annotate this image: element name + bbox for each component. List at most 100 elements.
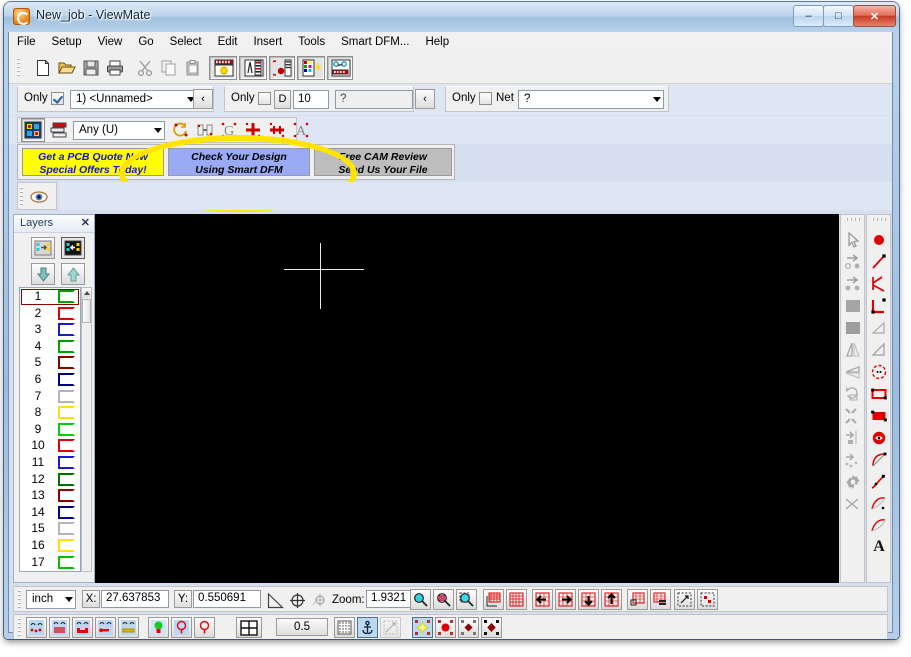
save-disk-icon[interactable]	[79, 56, 103, 80]
draw-line-icon[interactable]	[868, 251, 890, 273]
layer-color-swatch[interactable]	[58, 356, 75, 370]
grid-view-icon[interactable]	[236, 617, 262, 638]
settings-gear-icon[interactable]	[842, 471, 864, 493]
aperture-custom-icon[interactable]	[481, 617, 502, 638]
zoom-in-icon[interactable]	[410, 589, 431, 610]
layer-color-swatch[interactable]	[58, 306, 75, 320]
layer-row[interactable]: 16	[20, 537, 80, 554]
view-traces-icon[interactable]	[95, 617, 116, 638]
layer-color-swatch[interactable]	[58, 406, 75, 420]
select-items-icon[interactable]	[21, 118, 45, 142]
menu-smart-dfm[interactable]: Smart DFM...	[333, 32, 417, 53]
pan-left-icon[interactable]	[532, 589, 553, 610]
design-canvas[interactable]	[95, 214, 839, 583]
net-list-icon[interactable]	[327, 56, 353, 80]
toolbar-grip[interactable]	[17, 58, 20, 78]
drill-list-icon[interactable]	[269, 56, 295, 80]
toolbar-grip[interactable]	[18, 618, 21, 638]
layer-color-swatch[interactable]	[58, 323, 75, 337]
draw-rectangle-filled-icon[interactable]	[868, 405, 890, 427]
copy-icon[interactable]	[157, 56, 181, 80]
maximize-button[interactable]: □	[823, 5, 854, 27]
layer-row[interactable]: 4	[20, 338, 80, 355]
select-type-combo[interactable]: Any (U)	[73, 121, 165, 140]
layers-list[interactable]: 1 2 3 4 5 6 7 8 9 10 11 12 13 14 15 16 17	[19, 287, 81, 572]
new-file-icon[interactable]	[31, 56, 55, 80]
paste-icon[interactable]	[181, 56, 205, 80]
draw-filled-circle-icon[interactable]	[868, 427, 890, 449]
draw-text-icon[interactable]: A	[868, 537, 890, 559]
rotate-copy-icon[interactable]	[169, 118, 193, 142]
highlight-red-icon[interactable]	[194, 617, 215, 638]
layer-row[interactable]: 6	[20, 371, 80, 388]
eye-visibility-icon[interactable]	[27, 185, 51, 209]
dcode-value-input[interactable]: 10	[293, 90, 329, 109]
toolbar-grip[interactable]	[20, 187, 23, 207]
snap-point-icon[interactable]	[380, 617, 401, 638]
scale-object-icon[interactable]	[842, 405, 864, 427]
view-drill-icon[interactable]	[118, 617, 139, 638]
draw-circle-icon[interactable]	[868, 361, 890, 383]
layer-row[interactable]: 10	[20, 437, 80, 454]
select-layer-icon[interactable]	[47, 118, 71, 142]
layer-color-swatch[interactable]	[58, 455, 75, 469]
draw-arc-icon[interactable]	[868, 449, 890, 471]
scrollbar-thumb[interactable]	[82, 299, 91, 323]
layer-color-swatch[interactable]	[58, 389, 75, 403]
layer-list-icon[interactable]	[297, 56, 325, 80]
layer-color-swatch[interactable]	[58, 372, 75, 386]
layer-prev-button[interactable]: ‹	[193, 89, 213, 109]
aperture-dark-icon[interactable]	[458, 617, 479, 638]
layers-single-mode-icon[interactable]	[31, 237, 55, 259]
move-horiz-icon[interactable]	[265, 118, 289, 142]
cut-scissors-icon[interactable]	[133, 56, 157, 80]
draw-polygon-icon[interactable]	[868, 339, 890, 361]
layers-all-mode-icon[interactable]	[61, 237, 85, 259]
layer-row[interactable]: 13	[20, 487, 80, 504]
y-coordinate-label[interactable]: Y:	[174, 590, 192, 608]
toolbar-grip[interactable]	[872, 218, 886, 221]
menu-insert[interactable]: Insert	[245, 32, 290, 53]
layer-row[interactable]: 12	[20, 471, 80, 488]
ad-banner-smart-dfm[interactable]: Check Your Design Using Smart DFM	[168, 148, 310, 176]
menu-setup[interactable]: Setup	[44, 32, 90, 53]
align-to-point-icon[interactable]	[842, 427, 864, 449]
aperture-list-icon[interactable]	[209, 56, 237, 80]
dcode-prev-button[interactable]: ‹	[415, 89, 435, 109]
menu-go[interactable]: Go	[130, 32, 161, 53]
view-lines-icon[interactable]	[49, 617, 70, 638]
layer-color-swatch[interactable]	[58, 339, 75, 353]
layer-row[interactable]: 14	[20, 504, 80, 521]
layer-row[interactable]: 3	[20, 321, 80, 338]
layer-row[interactable]: 9	[20, 421, 80, 438]
pointer-select-icon[interactable]	[842, 229, 864, 251]
layer-color-swatch[interactable]	[58, 489, 75, 503]
menu-select[interactable]: Select	[162, 32, 210, 53]
menu-view[interactable]: View	[90, 32, 131, 53]
minimize-button[interactable]: –	[793, 5, 824, 27]
measure-distance-icon[interactable]	[264, 589, 285, 610]
layer-color-swatch[interactable]	[58, 422, 75, 436]
copy-to-point-icon[interactable]	[842, 273, 864, 295]
pan-up-icon[interactable]	[601, 589, 622, 610]
zoom-save-view-icon[interactable]	[650, 589, 671, 610]
layer-row[interactable]: 7	[20, 388, 80, 405]
move-to-point-icon[interactable]	[842, 251, 864, 273]
layer-color-swatch[interactable]	[58, 439, 75, 453]
toolbar-grip[interactable]	[18, 590, 21, 610]
ad-banner-quote[interactable]: Get a PCB Quote Now Special Offers Today…	[22, 148, 164, 176]
draw-rectangle-outline-icon[interactable]	[868, 383, 890, 405]
layer-color-swatch[interactable]	[58, 555, 75, 569]
mirror-horizontal-icon[interactable]	[842, 361, 864, 383]
draw-polyline-icon[interactable]	[868, 273, 890, 295]
zoom-full-icon[interactable]	[506, 589, 527, 610]
zoom-window-icon[interactable]	[456, 589, 477, 610]
scroll-up-icon[interactable]	[82, 288, 91, 298]
layers-close-icon[interactable]: ✕	[81, 216, 90, 229]
layer-row[interactable]: 11	[20, 454, 80, 471]
grid-size-value[interactable]: 0.5	[276, 618, 328, 636]
layer-row[interactable]: 1	[20, 288, 80, 305]
layer-combo[interactable]: 1) <Unnamed>	[70, 90, 198, 109]
print-icon[interactable]	[103, 56, 127, 80]
draw-flash-pad-icon[interactable]	[868, 229, 890, 251]
